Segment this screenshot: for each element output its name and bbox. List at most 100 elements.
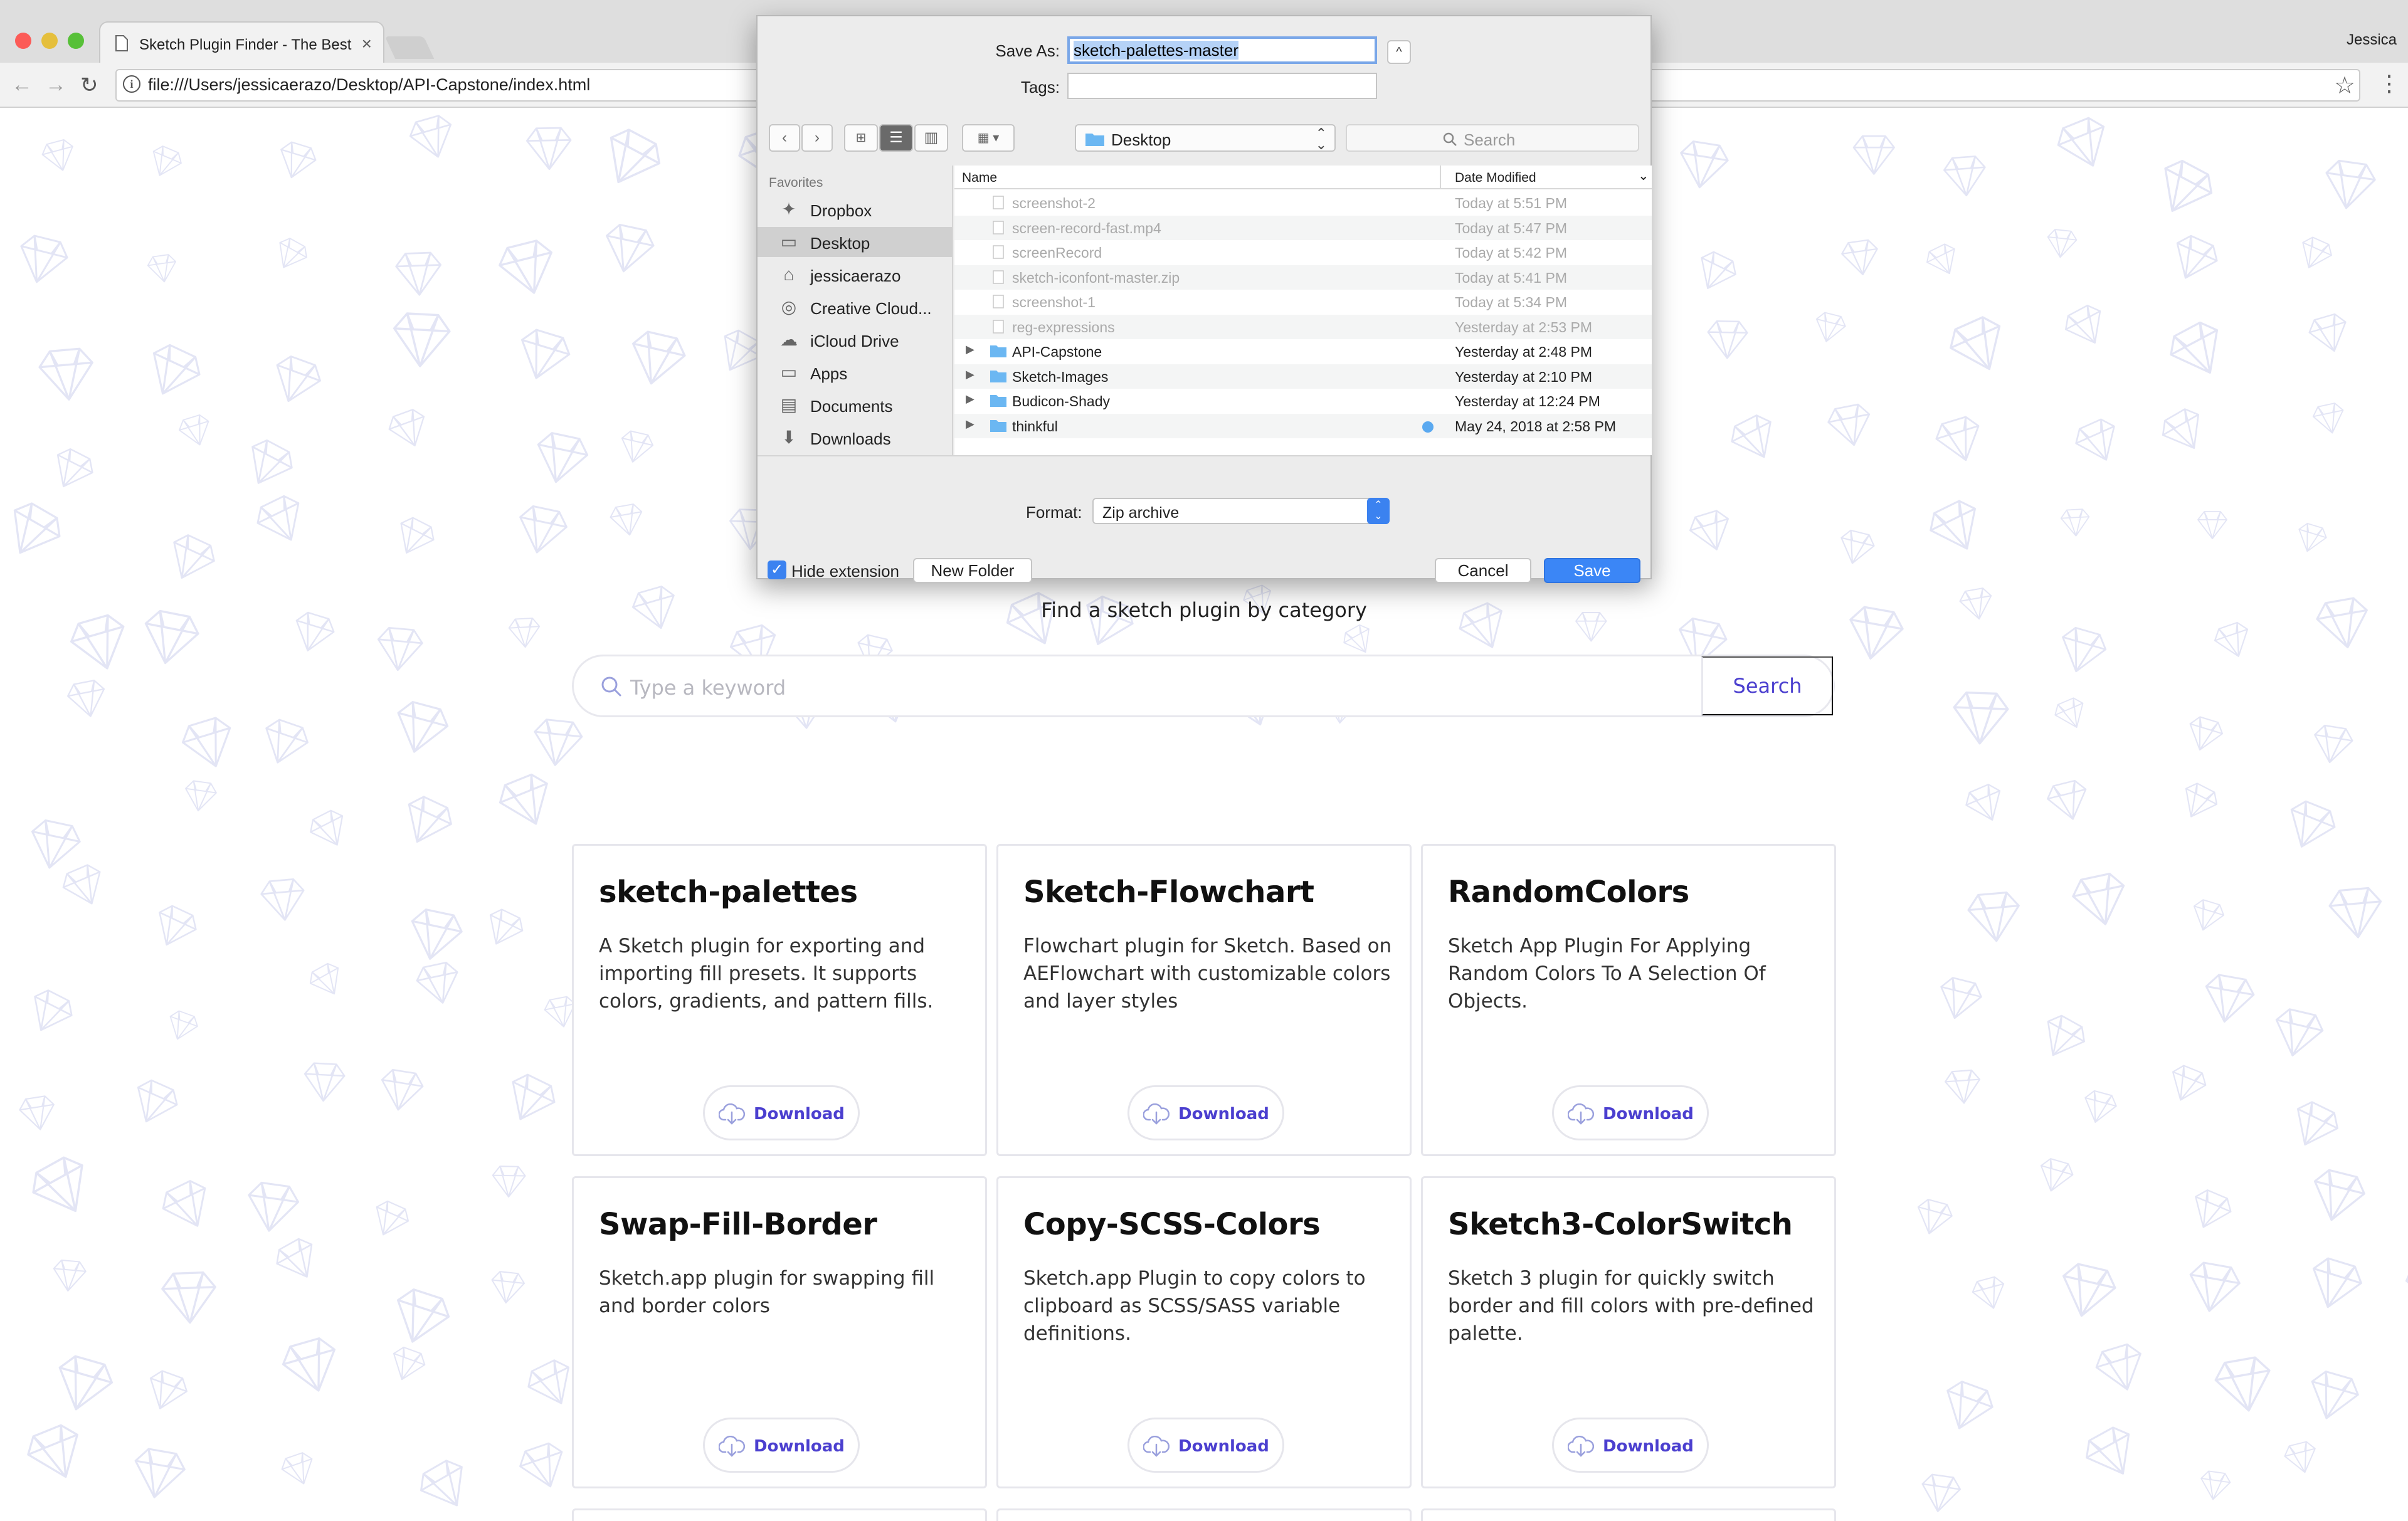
gem-pattern-icon [2172,1065,2207,1101]
gem-pattern-icon [152,145,182,176]
file-row[interactable]: sketch-iconfont-master.zip Today at 5:41 … [954,265,1652,290]
plugin-description: A Sketch plugin for exporting and import… [599,935,934,1013]
file-row[interactable]: reg-expressions Yesterday at 2:53 PM [954,314,1652,339]
profile-name[interactable]: Jessica [2347,31,2397,49]
gem-pattern-icon [2328,887,2382,939]
download-button[interactable]: Download [1127,1418,1284,1473]
download-button[interactable]: Download [1552,1418,1709,1473]
plugin-description: Flowchart plugin for Sketch. Based on AE… [1023,935,1392,1013]
save-button[interactable]: Save [1544,558,1640,583]
plugin-card: Sketch3-ColorSwitch Sketch 3 plugin for q… [1421,1176,1836,1488]
file-row[interactable]: ▶ thinkful May 24, 2018 at 2:58 PM [954,413,1652,438]
tab-close-icon[interactable]: × [362,34,372,54]
file-row[interactable]: ▶ Budicon-Shady Yesterday at 12:24 PM [954,389,1652,413]
download-label: Download [754,1105,845,1124]
file-row[interactable]: screen-record-fast.mp4 Today at 5:47 PM [954,215,1652,240]
sidebar-item-label: Documents [810,397,893,416]
close-window-button[interactable] [15,33,31,49]
forward-icon[interactable]: → [45,73,66,97]
name-column-header[interactable]: Name [962,171,997,186]
collapse-dialog-button[interactable]: ^ [1387,40,1411,64]
download-button[interactable]: Download [703,1085,860,1140]
sidebar-item-desktop[interactable]: ▭ Desktop [758,227,952,257]
file-date: May 24, 2018 at 2:58 PM [1455,418,1616,434]
gem-pattern-icon [2290,800,2336,848]
browser-menu-icon[interactable]: ⋮ [2378,70,2400,97]
forward-nav-button[interactable]: › [801,124,833,152]
file-row[interactable]: screenshot-1 Today at 5:34 PM [954,290,1652,314]
sidebar-item-documents[interactable]: ▤ Documents [758,390,952,420]
plugin-description: Sketch.app Plugin to copy colors to clip… [1023,1267,1366,1345]
gem-pattern-icon [397,701,449,753]
sidebar-item-jessicaerazo[interactable]: ⌂ jessicaerazo [758,260,952,290]
file-row[interactable]: ▶ Sketch-Images Yesterday at 2:10 PM [954,364,1652,389]
gem-pattern-icon [279,238,307,268]
sidebar-item-downloads[interactable]: ⬇ Downloads [758,423,952,453]
gem-pattern-icon [1972,1276,2005,1309]
folder-icon [990,395,1006,407]
tags-field[interactable] [1067,73,1377,99]
gem-pattern-icon [2200,1470,2231,1500]
gem-pattern-icon [2205,974,2255,1023]
format-select[interactable]: Zip archive ⌃ ⌄ [1092,498,1390,524]
url-text[interactable]: file:///Users/jessicaerazo/Desktop/API-C… [148,75,590,95]
save-as-value: sketch-palettes-master [1074,41,1238,60]
back-nav-button[interactable]: ‹ [769,124,800,152]
gem-pattern-icon [396,1288,450,1343]
dialog-search-field[interactable]: Search [1346,124,1639,152]
file-date: Yesterday at 2:48 PM [1455,344,1593,360]
info-icon[interactable]: i [123,75,140,93]
file-row[interactable]: screenRecord Today at 5:42 PM [954,240,1652,265]
download-button[interactable]: Download [1127,1085,1284,1140]
gem-pattern-icon [31,819,81,869]
disclosure-triangle-icon[interactable]: ▶ [966,418,974,431]
location-select[interactable]: Desktop ⌃ ⌄ [1075,124,1336,152]
gem-pattern-icon [276,1238,313,1278]
gem-pattern-icon [2164,159,2213,213]
browser-tab[interactable]: Sketch Plugin Finder - The Best × [99,21,384,63]
group-view-button[interactable]: ▦ ▾ [962,124,1015,152]
gem-pattern-icon [173,534,215,579]
icon-view-button[interactable]: ⊞ [844,124,878,152]
sidebar-item-dropbox[interactable]: ✦ Dropbox [758,194,952,224]
search-input[interactable] [630,670,1634,705]
download-button[interactable]: Download [1552,1085,1709,1140]
search-button[interactable]: Search [1701,656,1833,715]
list-view-button[interactable]: ☰ [879,124,913,152]
gem-pattern-icon [310,809,344,846]
column-view-button[interactable]: ▥ [914,124,948,152]
sidebar-item-icloud-drive[interactable]: ☁ iCloud Drive [758,325,952,355]
file-row[interactable]: screenshot-2 Today at 5:51 PM [954,191,1652,215]
cloud-download-icon [1143,1436,1170,1457]
sidebar-item-creative-cloud[interactable]: ◎ Creative Cloud... [758,292,952,322]
new-folder-button[interactable]: New Folder [913,558,1032,583]
minimize-window-button[interactable] [41,33,58,49]
sidebar-item-apps[interactable]: ▭ Apps [758,357,952,387]
gem-pattern-icon [2298,523,2327,552]
gem-pattern-icon [1967,891,2020,942]
gem-pattern-icon [408,796,452,843]
file-name: screenshot-1 [1012,294,1096,310]
folder-icon [990,345,1006,357]
reload-icon[interactable]: ↻ [80,73,98,98]
cloud-download-icon [1568,1436,1594,1457]
disclosure-triangle-icon[interactable]: ▶ [966,368,974,381]
disclosure-triangle-icon[interactable]: ▶ [966,392,974,406]
file-row[interactable]: ▶ API-Capstone Yesterday at 2:48 PM [954,339,1652,364]
zoom-window-button[interactable] [68,33,84,49]
gem-pattern-icon [169,1010,198,1040]
gem-pattern-icon [162,1180,206,1227]
gem-pattern-icon [1815,312,1846,342]
back-icon[interactable]: ← [11,73,33,97]
cancel-button[interactable]: Cancel [1435,558,1531,583]
disclosure-triangle-icon[interactable]: ▶ [966,343,974,356]
gem-pattern-icon [395,251,442,296]
gem-pattern-icon [2312,403,2344,434]
hide-extension-checkbox[interactable]: ✓ [768,561,786,579]
save-as-field[interactable]: sketch-palettes-master [1067,36,1377,64]
date-column-header[interactable]: Date Modified [1455,171,1536,186]
gem-pattern-icon [2062,1263,2116,1317]
bookmark-star-icon[interactable]: ☆ [2334,71,2355,100]
document-icon: ▤ [780,395,798,414]
download-button[interactable]: Download [703,1418,860,1473]
